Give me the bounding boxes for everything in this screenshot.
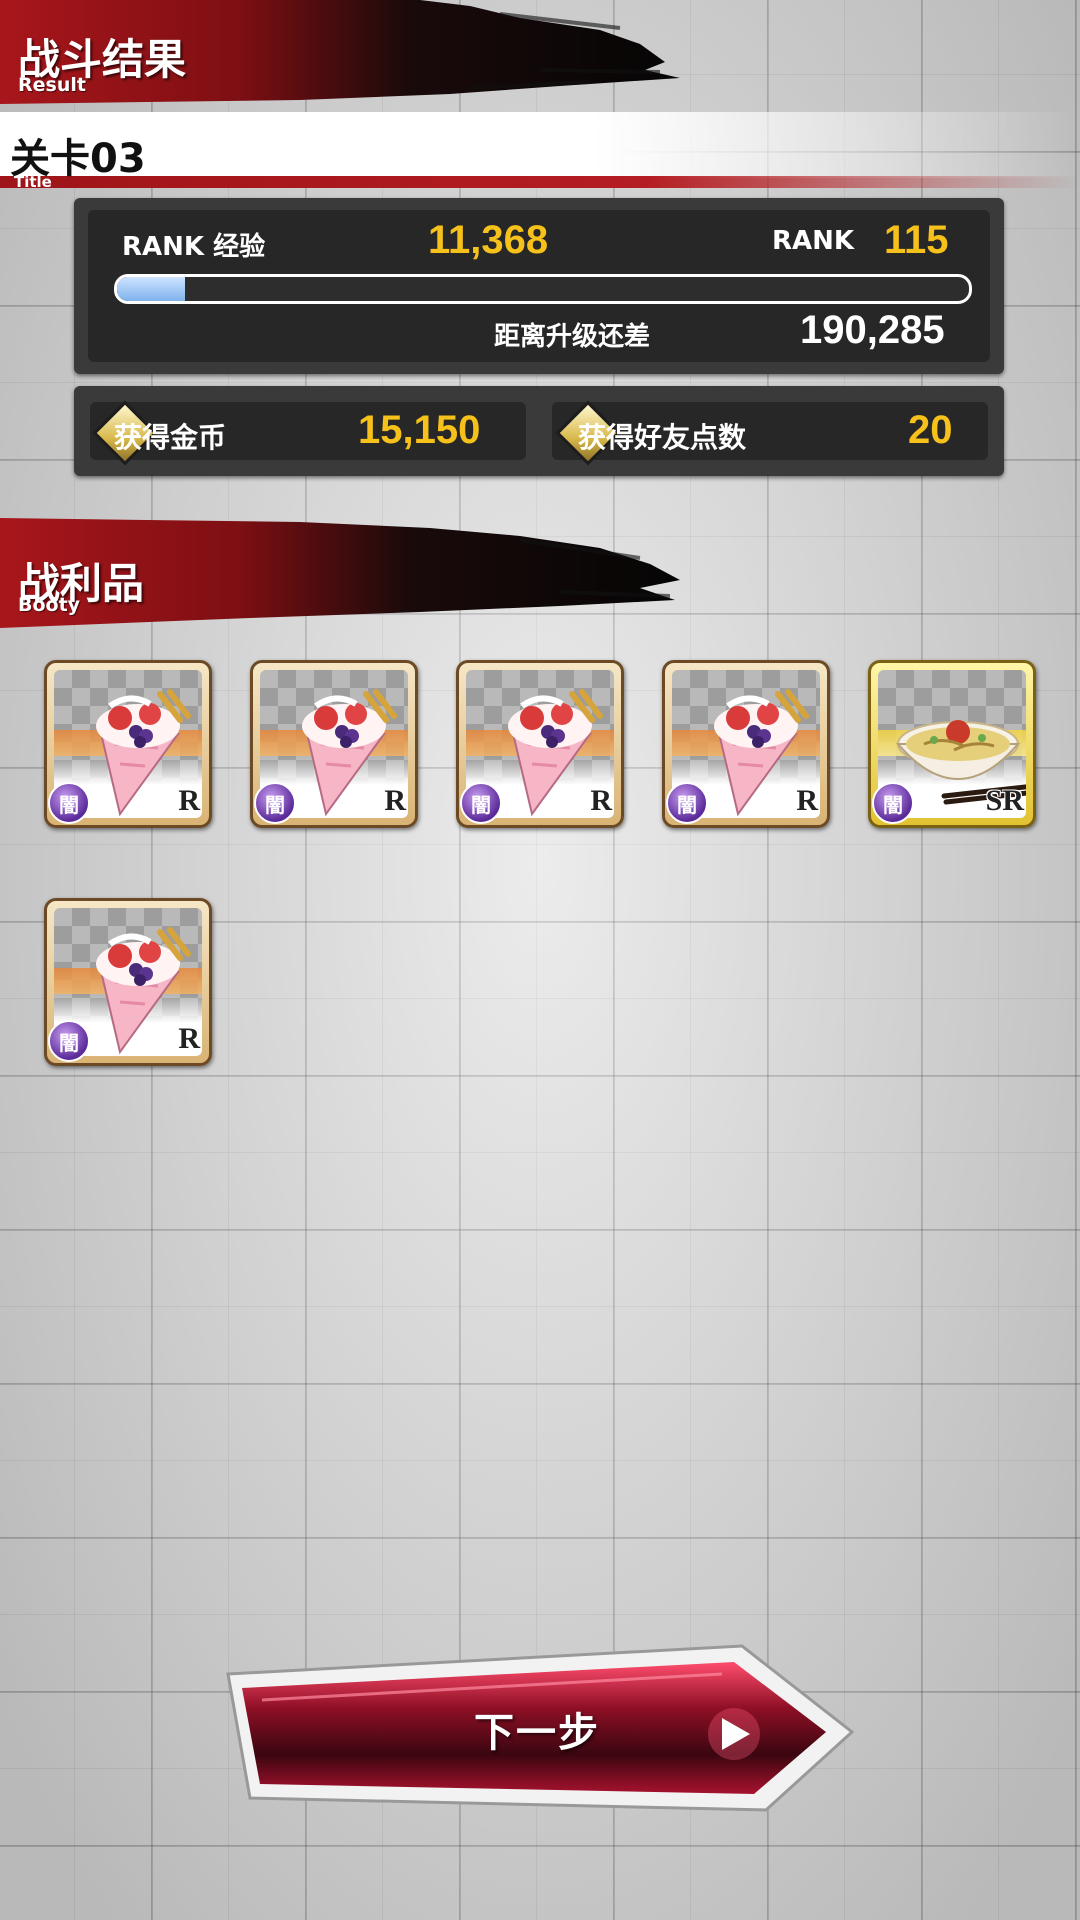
rank-label: RANK xyxy=(772,226,855,256)
rarity-badge: R xyxy=(796,784,818,817)
booty-item[interactable]: 闇 R xyxy=(250,660,418,828)
rarity-badge: SR xyxy=(985,784,1024,817)
next-button-label: 下一步 xyxy=(474,1710,600,1756)
next-button[interactable]: 下一步 xyxy=(222,1640,858,1818)
arrow-right-icon xyxy=(708,1708,760,1760)
rank-progress-fill xyxy=(117,277,186,301)
rarity-badge: R xyxy=(384,784,406,817)
rarity-badge: R xyxy=(178,784,200,817)
element-icon: 闇 xyxy=(666,782,708,824)
rank-exp-label: RANK 经验 xyxy=(122,232,266,262)
booty-item[interactable]: 闇 SR xyxy=(868,660,1036,828)
gold-value: 15,150 xyxy=(358,408,481,452)
element-icon: 闇 xyxy=(48,782,90,824)
result-subtitle: Result xyxy=(18,74,86,96)
result-banner: 战斗结果 Result xyxy=(0,0,700,108)
stage-title-bar: 关卡03 Title xyxy=(0,112,1080,191)
booty-banner: 战利品 Booty xyxy=(0,518,700,630)
booty-item[interactable]: 闇 R xyxy=(44,898,212,1066)
booty-item[interactable]: 闇 R xyxy=(662,660,830,828)
element-icon: 闇 xyxy=(460,782,502,824)
element-icon: 闇 xyxy=(48,1020,90,1062)
remaining-label: 距离升级还差 xyxy=(494,322,651,352)
rarity-badge: R xyxy=(178,1022,200,1055)
stage-subtitle: Title xyxy=(14,173,52,191)
booty-item[interactable]: 闇 R xyxy=(456,660,624,828)
rank-value: 115 xyxy=(884,218,949,262)
booty-subtitle: Booty xyxy=(18,594,81,616)
remaining-value: 190,285 xyxy=(800,308,945,352)
booty-item[interactable]: 闇 R xyxy=(44,660,212,828)
gold-label: 获得金币 xyxy=(114,421,227,454)
rank-progress-bar xyxy=(114,274,972,304)
friend-points-value: 20 xyxy=(908,408,953,452)
rank-exp-value: 11,368 xyxy=(428,218,549,262)
element-icon: 闇 xyxy=(872,782,914,824)
rarity-badge: R xyxy=(590,784,612,817)
friend-points-label: 获得好友点数 xyxy=(578,421,747,454)
element-icon: 闇 xyxy=(254,782,296,824)
